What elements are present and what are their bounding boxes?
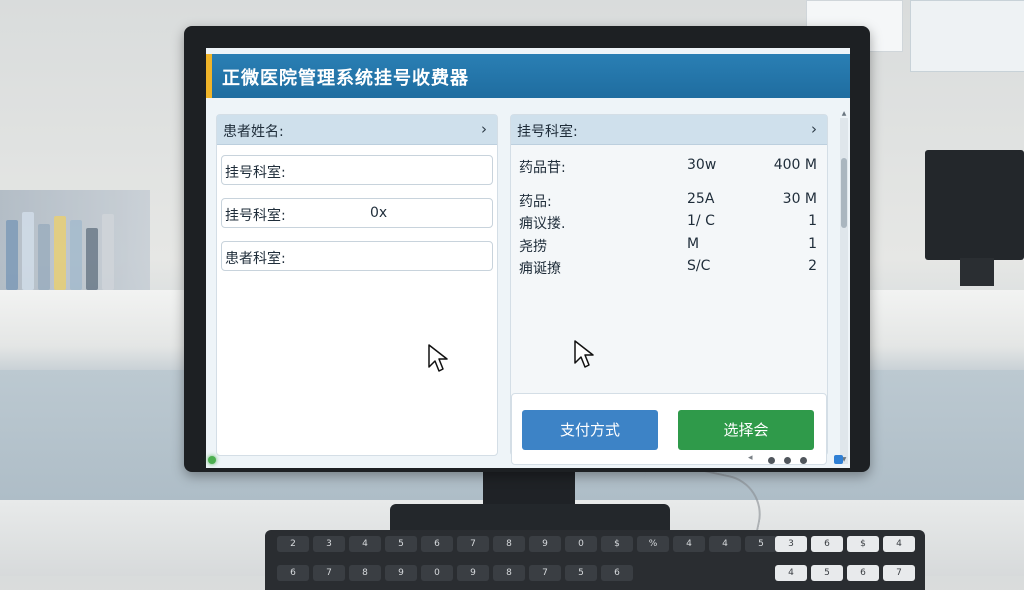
keyboard-key[interactable]: 2 [277,536,309,552]
select-button[interactable]: 选择会 [678,410,814,450]
patient-department-field[interactable]: 患者科室: [221,241,493,271]
department-header[interactable]: 挂号科室: › [511,115,827,145]
item-amount: 1 [808,236,817,252]
list-item[interactable]: 尧捞 M 1 [517,236,821,256]
item-name: 痈议搂. [519,216,566,232]
field-label: 挂号科室: [225,208,286,224]
background-monitor-stand [960,258,994,286]
app-title: 正微医院管理系统挂号收费器 [222,68,469,89]
item-name: 尧捞 [519,239,547,255]
field-label: 患者科室: [225,251,286,267]
item-amount: 30 M [782,191,817,207]
keyboard-key[interactable]: 6 [601,565,633,581]
screen: 正微医院管理系统挂号收费器 患者姓名: › 挂号科室: 挂号科室: 0x 患者科… [206,48,850,468]
field-label: 挂号科室: [225,165,286,181]
item-name: 痈诞撩 [519,261,561,277]
keyboard-key[interactable]: 9 [385,565,417,581]
keyboard-key[interactable]: 0 [565,536,597,552]
item-spec: 25A [687,191,715,207]
numpad-key[interactable]: 4 [883,536,915,552]
monitor-bezel: ◂ [184,446,870,472]
patient-name-header[interactable]: 患者姓名: › [217,115,497,145]
item-amount: 2 [808,258,817,274]
keyboard-key[interactable]: 7 [457,536,489,552]
keyboard: 2 3 4 5 6 7 8 9 0 $ % 4 4 5 6 7 8 9 0 9 … [265,530,925,590]
mouse-cursor-icon [574,340,594,368]
item-spec: M [687,236,700,252]
input-source-icon[interactable] [834,455,843,464]
keyboard-key[interactable]: 5 [385,536,417,552]
department-field-2[interactable]: 挂号科室: 0x [221,198,493,228]
item-amount: 1 [808,213,817,229]
item-spec: 30w [687,157,717,173]
menu-arrow-icon[interactable]: ◂ [748,453,753,463]
item-list: 药品苷: 30w 400 M 药品: 25A 30 M 痈议搂. 1/ C 1 … [517,155,821,365]
item-amount: 400 M [773,157,817,173]
item-spec: S/C [687,258,711,274]
scroll-up-arrow[interactable]: ▲ [840,110,848,118]
monitor-button[interactable] [768,457,775,464]
numpad: 3 6 $ 4 4 5 6 7 [775,536,923,590]
field-value: 0x [370,205,388,221]
list-item[interactable]: 痈诞撩 S/C 2 [517,258,821,278]
keyboard-key[interactable]: 0 [421,565,453,581]
numpad-key[interactable]: 6 [847,565,879,581]
list-item[interactable]: 药品苷: 30w 400 M [517,157,821,177]
main-keys: 2 3 4 5 6 7 8 9 0 $ % 4 4 5 6 7 8 9 0 9 … [277,536,777,590]
numpad-key[interactable]: 7 [883,565,915,581]
wall-poster-2 [910,0,1024,72]
numpad-key[interactable]: $ [847,536,879,552]
keyboard-key[interactable]: 8 [493,565,525,581]
keyboard-key[interactable]: 8 [349,565,381,581]
numpad-key[interactable]: 6 [811,536,843,552]
item-name: 药品: [519,194,552,210]
item-name: 药品苷: [519,160,566,176]
chevron-right-icon[interactable]: › [481,120,487,138]
scrollbar[interactable] [840,118,848,464]
keyboard-key[interactable]: 6 [421,536,453,552]
scroll-thumb[interactable] [841,158,847,228]
keyboard-key[interactable]: 3 [313,536,345,552]
department-panel: 挂号科室: › 药品苷: 30w 400 M 药品: 25A 30 M 痈议搂.… [510,114,828,465]
monitor-button[interactable] [800,457,807,464]
keyboard-key[interactable]: 4 [709,536,741,552]
numpad-key[interactable]: 5 [811,565,843,581]
item-spec: 1/ C [687,213,715,229]
mouse-cursor-icon [428,344,448,372]
keyboard-key[interactable]: 9 [529,536,561,552]
keyboard-key[interactable]: $ [601,536,633,552]
list-item[interactable]: 痈议搂. 1/ C 1 [517,213,821,233]
keyboard-key[interactable]: 6 [277,565,309,581]
monitor: 正微医院管理系统挂号收费器 患者姓名: › 挂号科室: 挂号科室: 0x 患者科… [184,26,870,472]
keyboard-key[interactable]: 9 [457,565,489,581]
keyboard-key[interactable]: 5 [745,536,777,552]
background-monitor [925,150,1024,260]
keyboard-key[interactable]: 5 [565,565,597,581]
patient-panel: 患者姓名: › 挂号科室: 挂号科室: 0x 患者科室: [216,114,498,456]
list-item[interactable]: 药品: 25A 30 M [517,191,821,211]
chevron-right-icon[interactable]: › [811,120,817,138]
monitor-stand-base [390,504,670,532]
background-shelf [0,190,150,300]
department-label: 挂号科室: [517,124,578,140]
title-bar: 正微医院管理系统挂号收费器 [206,54,850,98]
numpad-key[interactable]: 3 [775,536,807,552]
keyboard-key[interactable]: 7 [313,565,345,581]
keyboard-key[interactable]: 8 [493,536,525,552]
patient-name-label: 患者姓名: [223,124,284,140]
monitor-stand-neck [483,470,575,508]
department-field-1[interactable]: 挂号科室: [221,155,493,185]
keyboard-key[interactable]: 7 [529,565,561,581]
payment-method-button[interactable]: 支付方式 [522,410,658,450]
keyboard-key[interactable]: % [637,536,669,552]
monitor-button[interactable] [784,457,791,464]
numpad-key[interactable]: 4 [775,565,807,581]
keyboard-key[interactable]: 4 [349,536,381,552]
keyboard-key[interactable]: 4 [673,536,705,552]
power-led-icon[interactable] [208,456,216,464]
